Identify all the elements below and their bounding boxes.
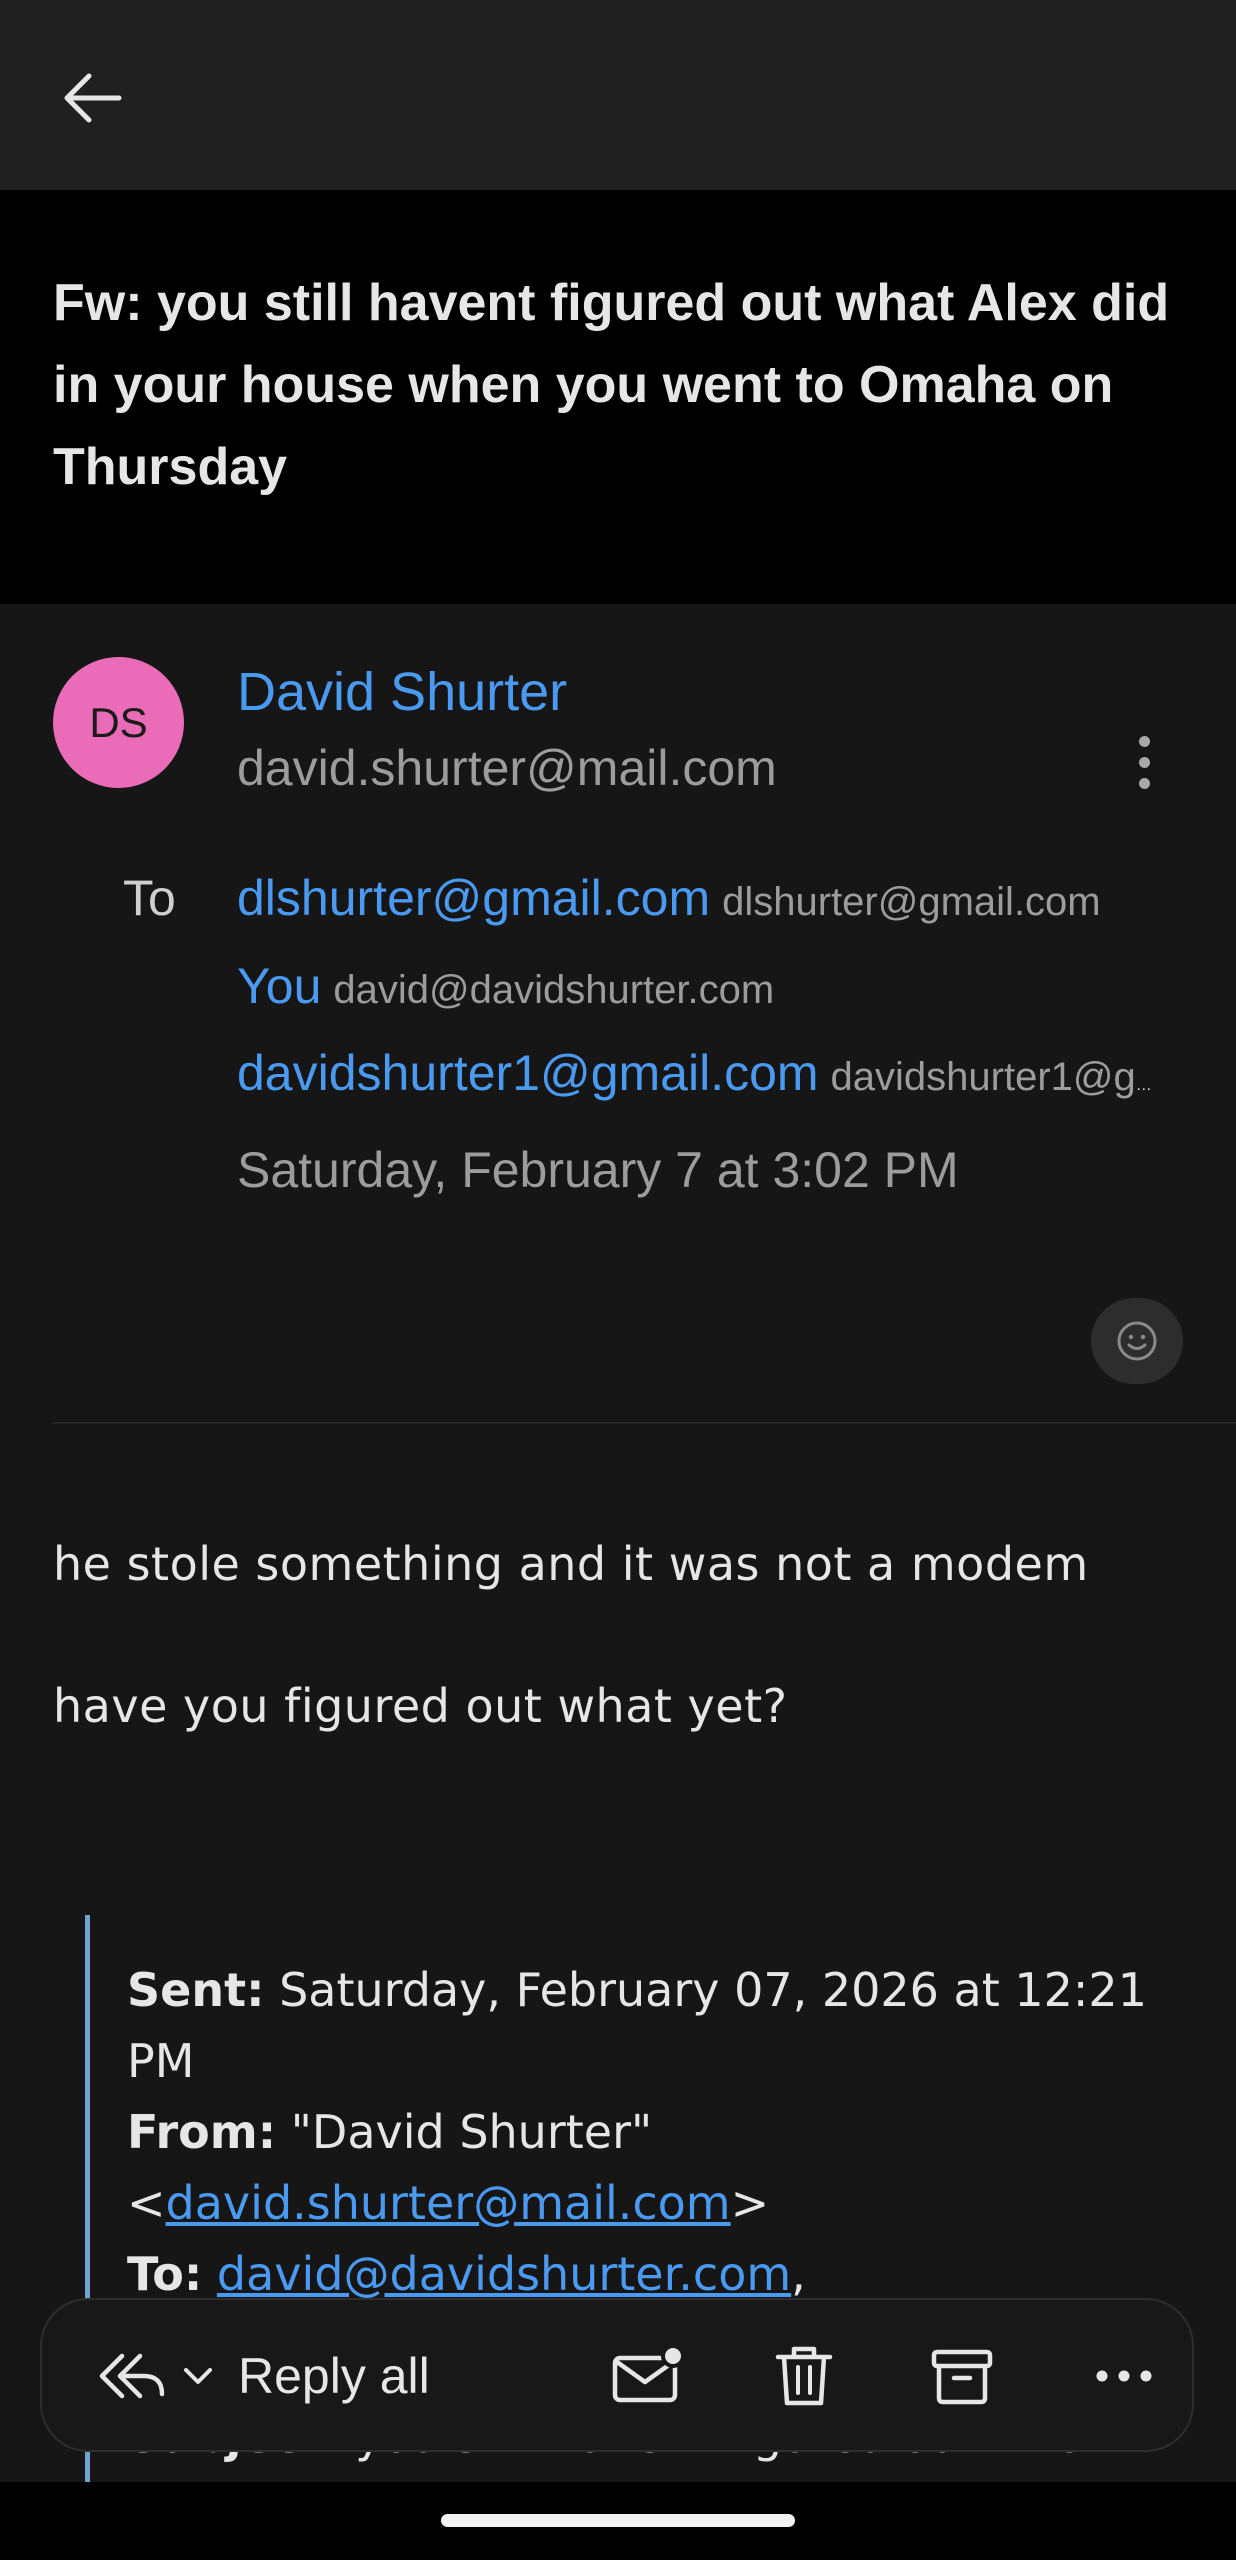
- reply-options-dropdown[interactable]: [168, 2344, 228, 2408]
- archive-icon: [931, 2349, 993, 2405]
- back-button[interactable]: [46, 58, 136, 138]
- reply-all-button[interactable]: [90, 2340, 170, 2412]
- recipient-secondary: davidshurter1@gmail.com: [830, 1055, 1177, 1099]
- more-vert-icon-dot: [1138, 777, 1150, 789]
- bottom-action-bar: Reply all: [40, 2298, 1194, 2452]
- email-view: Fw: you still havent figured out what Al…: [0, 0, 1236, 2560]
- home-gesture-handle[interactable]: [441, 2514, 795, 2527]
- mail-unread-icon: [612, 2344, 683, 2403]
- delete-button[interactable]: [762, 2332, 846, 2420]
- message-options-button[interactable]: [1120, 722, 1168, 802]
- from-name: "David Shurter": [290, 2105, 653, 2159]
- emoji-icon: [1117, 1321, 1157, 1361]
- recipient-secondary: dlshurter@gmail.com: [722, 880, 1101, 924]
- sent-value: Saturday, February 07, 2026 at 12:21 PM: [127, 1963, 1147, 2088]
- recipient-primary: davidshurter1@gmail.com: [237, 1045, 819, 1101]
- body-line: he stole something and it was not a mode…: [53, 1537, 1089, 1591]
- avatar-initials: DS: [89, 698, 148, 746]
- more-horiz-icon: [1096, 2370, 1152, 2382]
- reply-all-label[interactable]: Reply all: [238, 2344, 430, 2408]
- to-label-quoted: To:: [127, 2247, 203, 2301]
- body-line: have you figured out what yet?: [53, 1679, 788, 1733]
- recipient-1[interactable]: dlshurter@gmail.com dlshurter@gmail.com: [237, 868, 1177, 941]
- recipient-primary: dlshurter@gmail.com: [237, 870, 711, 926]
- to-label: To: [123, 870, 176, 926]
- recipient-secondary: david@davidshurter.com: [333, 968, 775, 1012]
- more-vert-icon-dot: [1138, 756, 1150, 768]
- more-vert-icon: [1138, 735, 1150, 747]
- to-email-link[interactable]: david@davidshurter.com: [217, 2247, 791, 2301]
- more-actions-button[interactable]: [1082, 2332, 1166, 2420]
- archive-button[interactable]: [920, 2332, 1004, 2420]
- from-label: From:: [127, 2105, 277, 2159]
- from-email-link[interactable]: david.shurter@mail.com: [166, 2176, 731, 2230]
- recipient-2[interactable]: You david@davidshurter.com: [237, 956, 1177, 1029]
- reply-all-icon: [99, 2353, 165, 2399]
- top-app-bar: [0, 0, 1236, 190]
- recipient-primary: You: [237, 958, 322, 1014]
- sender-email: david.shurter@mail.com: [237, 740, 777, 796]
- header-divider: [53, 1422, 1236, 1424]
- back-arrow-icon: [64, 73, 122, 123]
- system-nav-bar: [0, 2482, 1236, 2560]
- trash-icon: [775, 2346, 833, 2406]
- email-subject: Fw: you still havent figured out what Al…: [53, 274, 1170, 496]
- add-reaction-button[interactable]: [1091, 1298, 1183, 1384]
- sender-avatar[interactable]: DS: [53, 657, 184, 788]
- sent-label: Sent:: [127, 1963, 265, 2017]
- sender-name[interactable]: David Shurter: [237, 660, 567, 724]
- quoted-message: Sent: Saturday, February 07, 2026 at 12:…: [85, 1915, 1190, 2560]
- chevron-down-icon: [184, 2368, 212, 2384]
- message-timestamp: Saturday, February 7 at 3:02 PM: [237, 1142, 959, 1198]
- mark-unread-button[interactable]: [602, 2332, 692, 2420]
- recipient-3[interactable]: davidshurter1@gmail.com davidshurter1@gma…: [237, 1043, 1177, 1116]
